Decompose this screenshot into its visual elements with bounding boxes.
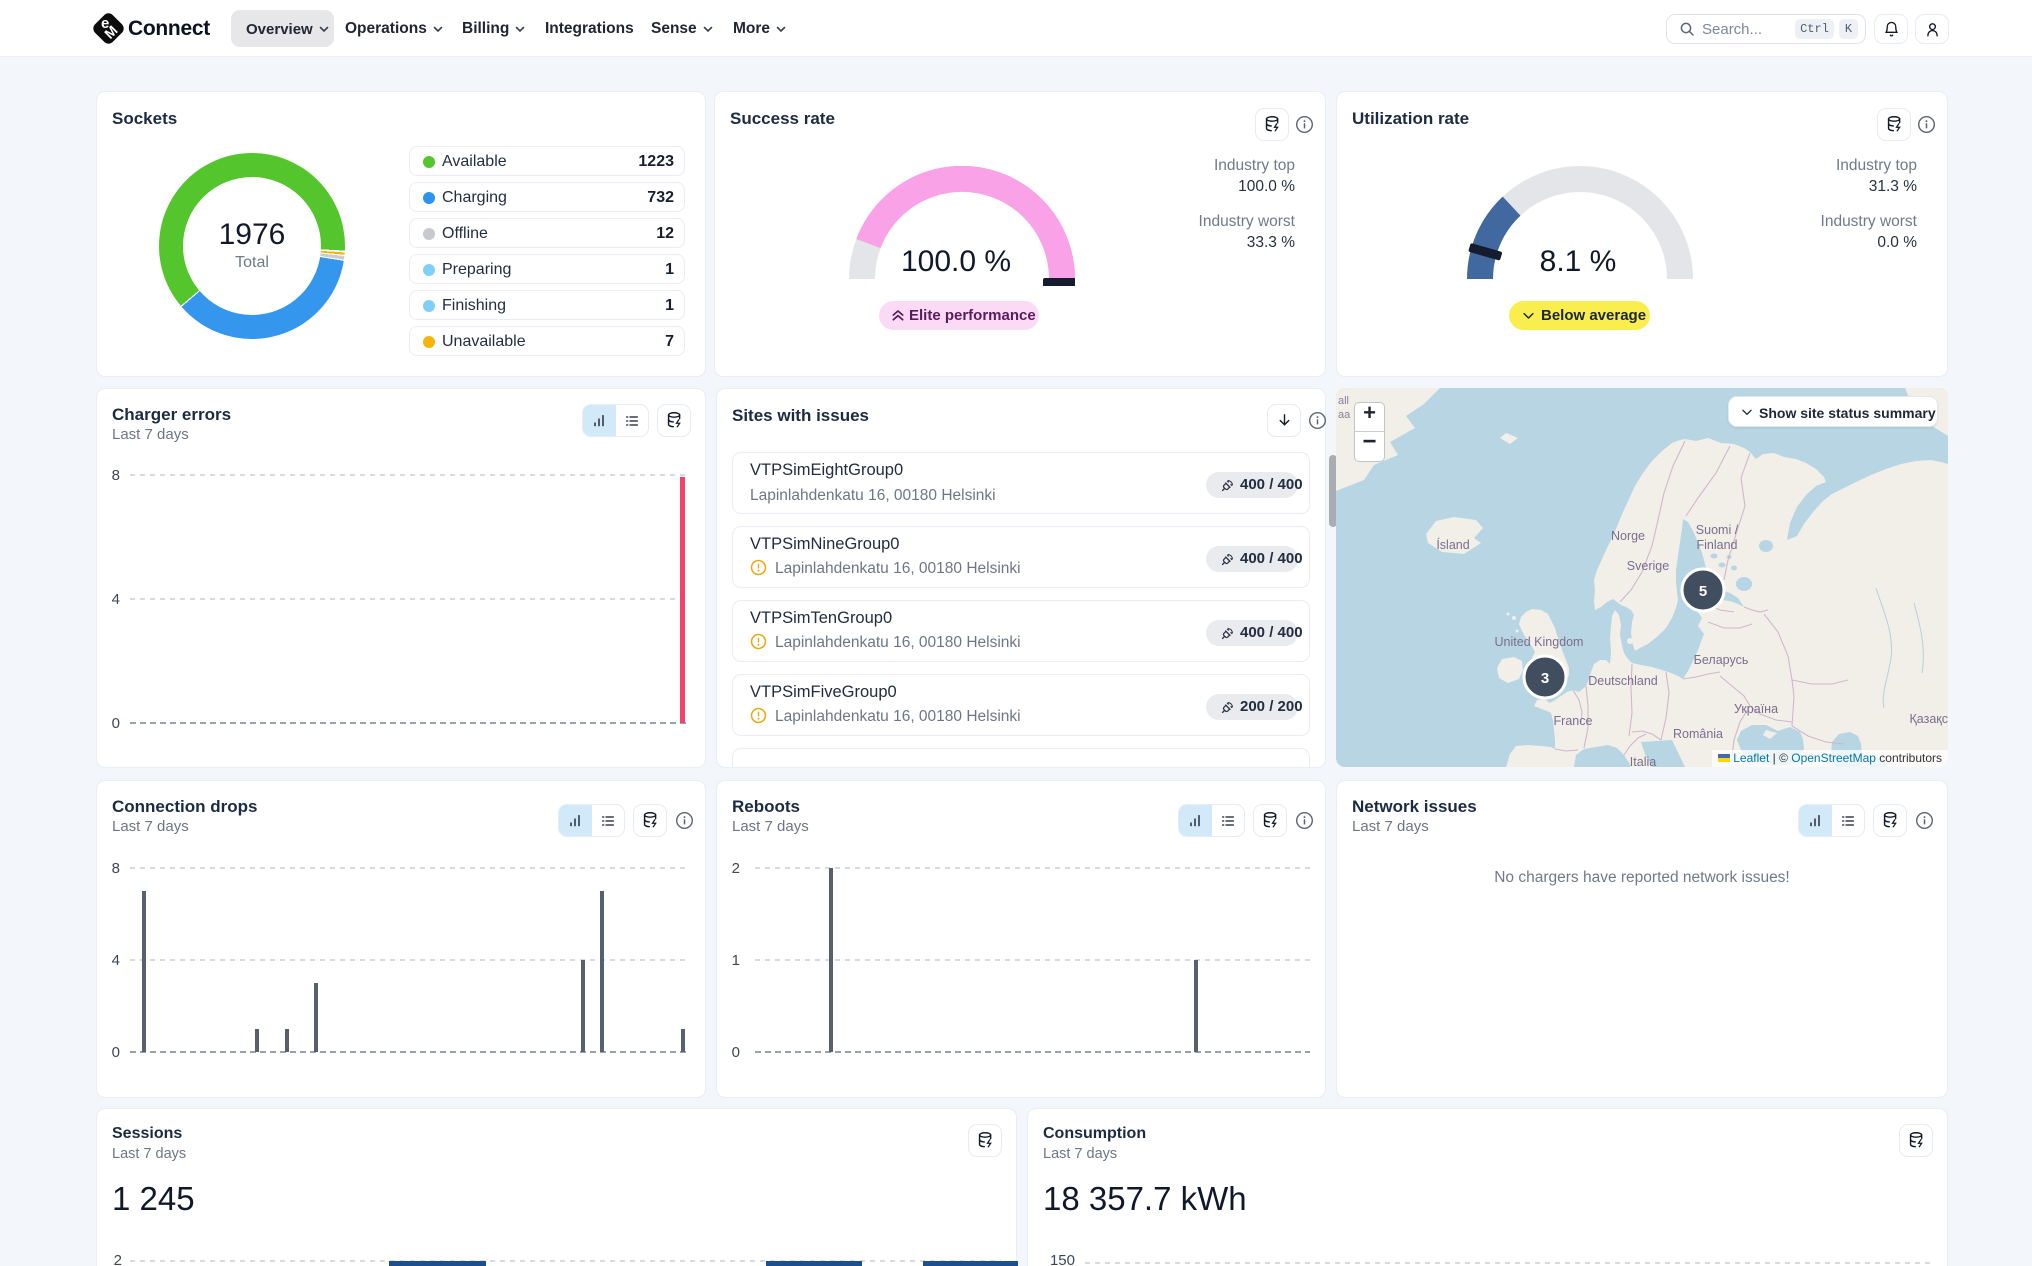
svg-text:5: 5 (1699, 583, 1707, 600)
svg-text:Ísland: Ísland (1436, 537, 1469, 552)
svg-text:România: România (1673, 727, 1723, 741)
svg-text:Україна: Україна (1734, 702, 1778, 716)
svg-text:Norge: Norge (1611, 529, 1645, 543)
svg-text:all: all (1338, 395, 1349, 407)
svg-text:Беларусь: Беларусь (1694, 653, 1749, 667)
svg-text:Suomi /: Suomi / (1696, 523, 1739, 537)
svg-text:aa: aa (1338, 409, 1351, 421)
svg-text:Қазақс: Қазақс (1910, 712, 1949, 726)
svg-text:United Kingdom: United Kingdom (1495, 635, 1584, 649)
svg-text:Deutschland: Deutschland (1588, 674, 1658, 688)
svg-text:3: 3 (1541, 670, 1549, 687)
svg-text:France: France (1554, 714, 1593, 728)
svg-text:Finland: Finland (1697, 538, 1738, 552)
svg-text:Sverige: Sverige (1627, 559, 1669, 573)
svg-text:Italia: Italia (1630, 755, 1656, 767)
